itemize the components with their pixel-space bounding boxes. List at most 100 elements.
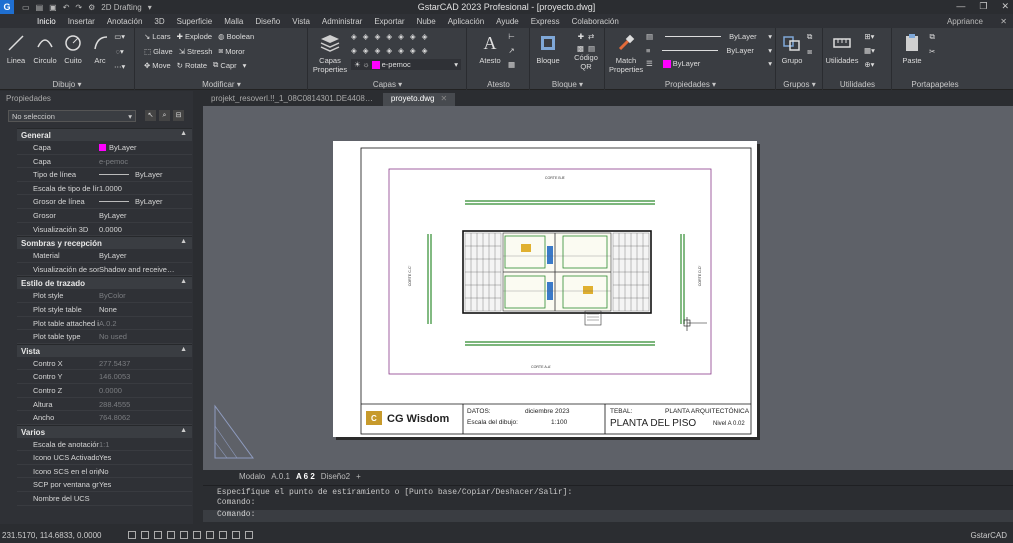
stretch-icon[interactable]: ⇲ <box>179 47 185 56</box>
more-modify-icon[interactable]: ▾ <box>243 61 247 70</box>
explode-icon[interactable]: ✚ <box>177 32 183 41</box>
workspace-select[interactable]: 2D Drafting <box>101 3 141 12</box>
close-icon[interactable]: ✕ <box>1001 1 1009 12</box>
quick-select-icon[interactable]: ⊞▾ <box>864 32 874 41</box>
property-row[interactable]: Visualización de sombrasShadow and recei… <box>17 263 192 277</box>
layout-tab[interactable]: + <box>356 472 361 481</box>
property-row[interactable]: Plot style table None <box>17 303 192 317</box>
osnap-icon[interactable] <box>180 531 188 539</box>
layer-tool-icon[interactable]: ◈ <box>351 32 357 41</box>
menu-ayude[interactable]: Ayude <box>490 17 525 26</box>
layer-tool-icon[interactable]: ◈ <box>363 32 369 41</box>
section-varios[interactable]: Varios ▲ <box>17 424 192 438</box>
property-row[interactable]: Plot style ByColor <box>17 289 192 303</box>
layout-tab[interactable]: Modalo <box>239 472 265 481</box>
mirror-icon[interactable]: ⧈ <box>218 46 223 56</box>
ungroup-icon[interactable]: ⧉ <box>807 32 812 42</box>
match-properties-button[interactable]: Match Properties <box>609 32 643 74</box>
menu-inicio[interactable]: Inicio <box>31 17 62 26</box>
appearance-menu[interactable]: Appriance <box>947 17 983 26</box>
redo-icon[interactable]: ↷ <box>75 3 82 12</box>
layer-tool-icon[interactable]: ◈ <box>375 46 381 55</box>
section-estilo-de-trazado[interactable]: Estilo de trazado ▲ <box>17 276 192 290</box>
rotate-button[interactable]: Rotate <box>185 61 207 70</box>
layer-tool-icon[interactable]: ◈ <box>422 32 428 41</box>
layer-tool-icon[interactable]: ◈ <box>386 32 392 41</box>
layout-tab[interactable]: A.0.1 <box>271 472 290 481</box>
selection-cycling-icon[interactable] <box>232 531 240 539</box>
group-edit-icon[interactable]: ⧈ <box>807 47 812 57</box>
layer-tool-icon[interactable]: ◈ <box>375 32 381 41</box>
property-row[interactable]: Nombre del UCS <box>17 492 192 506</box>
property-row[interactable]: Visualización 3D 0.0000 <box>17 223 192 237</box>
property-row[interactable]: Grosor de línea ByLayer <box>17 195 192 209</box>
property-row[interactable]: Escala de anotación 1:1 <box>17 438 192 452</box>
mirror-button[interactable]: Moror <box>225 47 245 56</box>
property-row[interactable]: Contro Y 146.0053 <box>17 370 192 384</box>
snap-icon[interactable] <box>141 531 149 539</box>
property-row[interactable]: Contro X 277.5437 <box>17 357 192 371</box>
polar-icon[interactable] <box>167 531 175 539</box>
undo-icon[interactable]: ↶ <box>63 3 70 12</box>
color-select[interactable]: ▤ ByLayer ▾ <box>646 32 772 41</box>
id-point-icon[interactable]: ⊕▾ <box>864 60 874 69</box>
layer-tool-icon[interactable]: ◈ <box>422 46 428 55</box>
menu-superficie[interactable]: Superficie <box>171 17 219 26</box>
menu-insertar[interactable]: Insertar <box>62 17 101 26</box>
layer-tool-icon[interactable]: ◈ <box>410 46 416 55</box>
group-button[interactable]: Grupo <box>779 32 805 65</box>
hatch-icon[interactable]: ◌▾ <box>116 47 124 56</box>
layer-tool-icon[interactable]: ◈ <box>386 46 392 55</box>
collapse-icon[interactable]: ▲ <box>180 346 187 353</box>
dimension-icon[interactable]: ⊢ <box>508 32 515 41</box>
grid-icon[interactable] <box>128 531 136 539</box>
property-row[interactable]: Capa e-pemoc <box>17 155 192 169</box>
command-input[interactable]: Comando: <box>203 510 1013 522</box>
linetype-select[interactable]: ≡ ByLayer ▾ <box>646 46 772 55</box>
lcars-button[interactable]: Lcars <box>152 32 170 41</box>
property-row[interactable]: Plot table type No used <box>17 330 192 344</box>
property-row[interactable]: Icono UCS Activado Yes <box>17 451 192 465</box>
more-draw-icon[interactable]: ⋯▾ <box>114 62 125 71</box>
close-tab-icon[interactable]: ✕ <box>440 94 447 103</box>
collapse-icon[interactable]: ▲ <box>180 130 187 137</box>
layer-tool-icon[interactable]: ◈ <box>398 32 404 41</box>
text-button[interactable]: A Atesto <box>474 32 506 66</box>
property-row[interactable]: Material ByLayer <box>17 249 192 263</box>
app-logo-icon[interactable]: G <box>0 0 14 14</box>
property-row[interactable]: Tipo de línea ByLayer <box>17 168 192 182</box>
new-icon[interactable]: ▭ <box>22 3 30 12</box>
maximize-icon[interactable]: ❐ <box>979 1 987 12</box>
property-row[interactable]: Capa ByLayer <box>17 141 192 155</box>
table-icon[interactable]: ▦ <box>508 60 515 69</box>
layer-select[interactable]: ☀ ☼ e-pemoc ▾ <box>351 59 461 70</box>
quick-select-icon[interactable]: ⊟ <box>173 110 184 121</box>
move-button[interactable]: Move <box>152 61 170 70</box>
ortho-icon[interactable] <box>154 531 162 539</box>
menu-colaboraci-n[interactable]: Colaboración <box>566 17 625 26</box>
copy-button[interactable]: Capr <box>220 61 236 70</box>
select-objects-icon[interactable]: ⌕ <box>159 110 170 121</box>
move-icon[interactable]: ✥ <box>144 61 150 70</box>
copy-clip-icon[interactable]: ⧉ <box>929 32 934 42</box>
ribbon-close-icon[interactable]: ✕ <box>1000 17 1007 26</box>
paste-button[interactable]: Paste <box>897 32 927 65</box>
selection-dropdown[interactable]: No seleccion ▾ <box>8 110 136 122</box>
cut-icon[interactable]: ✂ <box>929 47 935 56</box>
tab-projekt[interactable]: projekt_resoverl.!!_1_08C0814301.DE4408… <box>203 93 381 106</box>
layer-tool-icon[interactable]: ◈ <box>410 32 416 41</box>
menu-nube[interactable]: Nube <box>411 17 442 26</box>
boolean-button[interactable]: Boolean <box>227 32 255 41</box>
circle-button[interactable]: Circulo <box>32 32 58 65</box>
drawing-canvas[interactable]: CORTE B-B' CORTE A-A' CORTE C-C' CORTE D… <box>203 106 1013 470</box>
menu-dise-o[interactable]: Diseño <box>249 17 286 26</box>
menu-malla[interactable]: Malla <box>218 17 249 26</box>
open-icon[interactable]: ▤ <box>36 3 44 12</box>
boolean-icon[interactable]: ◍ <box>218 32 225 41</box>
layer-tool-icon[interactable]: ◈ <box>398 46 404 55</box>
collapse-icon[interactable]: ▲ <box>180 278 187 285</box>
qr-code-button[interactable]: ✚ ⇄ ▩ ▤ Código QR <box>569 32 603 71</box>
glave-button[interactable]: Glave <box>153 47 173 56</box>
property-row[interactable]: Contro Z 0.0000 <box>17 384 192 398</box>
lineweight-select[interactable]: ☰ ByLayer ▾ <box>646 59 772 68</box>
